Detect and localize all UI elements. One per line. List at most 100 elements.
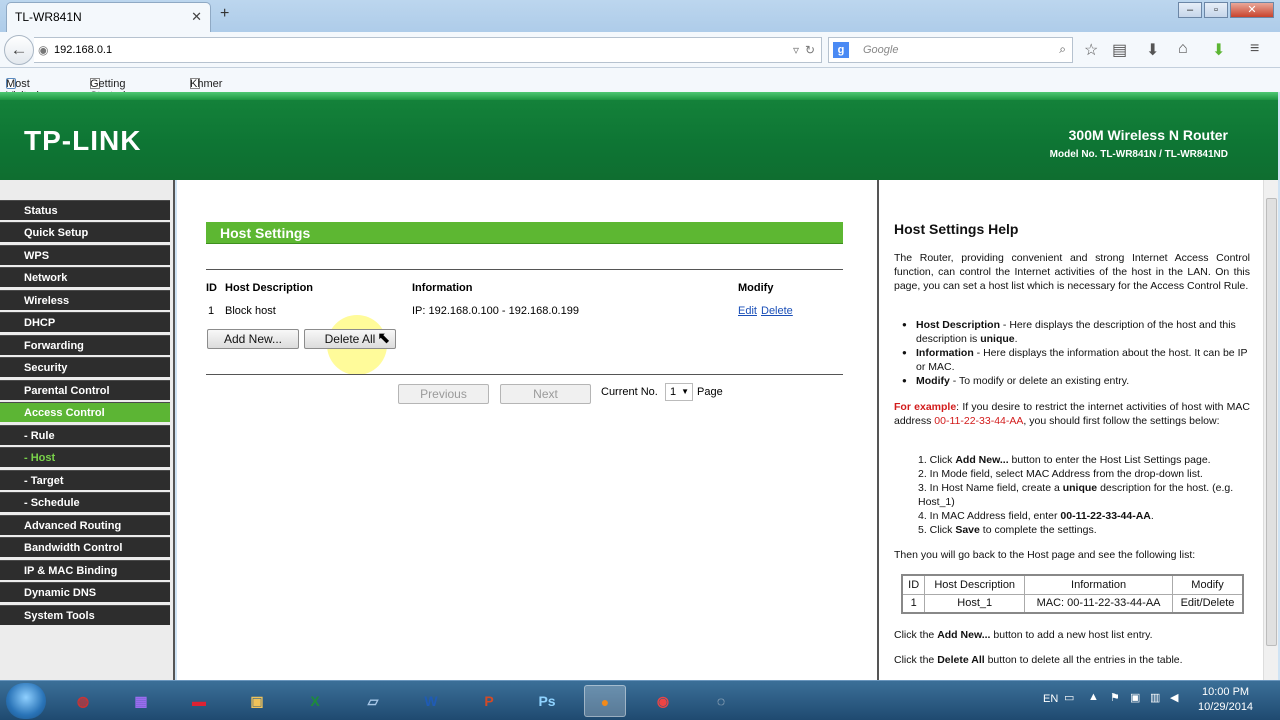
menu-icon[interactable]: ≡ (1250, 40, 1259, 58)
sidebar-item-bandwidth-control[interactable]: Bandwidth Control (0, 537, 170, 557)
help-bullet: Host Description - Here displays the des… (916, 318, 1250, 346)
sidebar-item-quick-setup[interactable]: Quick Setup (0, 222, 170, 242)
app-icon[interactable]: ▦ (120, 685, 162, 717)
divider (206, 269, 843, 270)
sidebar-item-schedule[interactable]: - Schedule (0, 492, 170, 512)
help-term: Host Description (916, 319, 1001, 331)
maximize-icon[interactable]: ▫ (1204, 2, 1228, 18)
sidebar-item-wps[interactable]: WPS (0, 245, 170, 265)
sidebar-item-status[interactable]: Status (0, 200, 170, 220)
word-icon[interactable]: W (410, 685, 452, 717)
close-window-icon[interactable]: ✕ (1230, 2, 1274, 18)
excel-icon[interactable]: X (294, 685, 336, 717)
help-text: Click the (894, 654, 938, 666)
table-header: Host Description (924, 574, 1026, 595)
sidebar-item-forwarding[interactable]: Forwarding (0, 335, 170, 355)
paint-icon[interactable]: ◍ (62, 685, 104, 717)
network-icon[interactable]: ▥ (1150, 691, 1160, 704)
sidebar-item-advanced-routing[interactable]: Advanced Routing (0, 515, 170, 535)
help-text: - To modify or delete an existing entry. (949, 375, 1130, 387)
table-row: 1 Host_1 MAC: 00-11-22-33-44-AA Edit/Del… (901, 593, 1244, 614)
sidebar-item-dynamic-dns[interactable]: Dynamic DNS (0, 582, 170, 602)
row-information: IP: 192.168.0.100 - 192.168.0.199 (412, 305, 579, 317)
sidebar-item-host[interactable]: - Host (0, 447, 170, 467)
search-placeholder: Google (863, 44, 899, 56)
next-button[interactable]: Next (500, 384, 591, 404)
step-bold: Add New... (955, 454, 1009, 466)
sidebar-item-wireless[interactable]: Wireless (0, 290, 170, 310)
start-button[interactable] (6, 683, 46, 719)
home-icon[interactable]: ⌂ (1178, 40, 1188, 58)
header-strip (0, 92, 1278, 100)
navigation-bar: ← ◉ 192.168.0.1 ▿ ↻ g Google ⌕ ☆ ▤ ⬇ ⌂ ⬇… (0, 32, 1280, 68)
folder-icon[interactable]: ▣ (236, 685, 278, 717)
display-icon[interactable]: ▣ (1130, 691, 1140, 704)
address-bar[interactable]: ◉ 192.168.0.1 ▿ ↻ (34, 37, 822, 63)
action-center-icon[interactable]: ⚑ (1110, 691, 1120, 704)
col-modify: Modify (738, 282, 774, 294)
search-icon[interactable]: ⌕ (1059, 42, 1066, 57)
photoshop-icon[interactable]: Ps (526, 685, 568, 717)
help-step: 2. In Mode field, select MAC Address fro… (918, 467, 1250, 481)
sidebar-item-ip-mac-binding[interactable]: IP & MAC Binding (0, 560, 170, 580)
windows-taskbar: ◍ ▦ ▬ ▣ X ▱ W P Ps ● ◉ ◌ EN ▭ ▲ ⚑ ▣ ▥ ◀ … (0, 680, 1280, 720)
firefox-icon[interactable]: ● (584, 685, 626, 717)
col-id: ID (206, 282, 217, 294)
table-cell: Edit/Delete (1172, 593, 1244, 614)
google-icon[interactable]: g (833, 42, 849, 58)
tplink-logo: TP-LINK (24, 125, 142, 156)
dropdown-icon[interactable]: ▿ (793, 43, 799, 57)
bookmark-star-icon[interactable]: ☆ (1084, 40, 1098, 60)
sidebar-item-rule[interactable]: - Rule (0, 425, 170, 445)
sidebar-item-parental-control[interactable]: Parental Control (0, 380, 170, 400)
show-hidden-icon[interactable]: ▲ (1088, 691, 1099, 703)
chrome-icon[interactable]: ◉ (642, 685, 684, 717)
close-tab-icon[interactable]: ✕ (191, 9, 202, 25)
row-id: 1 (208, 305, 215, 317)
help-then: Then you will go back to the Host page a… (894, 549, 1196, 561)
page-select[interactable]: 1 ▼ (665, 383, 693, 401)
sidebar-item-network[interactable]: Network (0, 267, 170, 287)
delete-link[interactable]: Delete (761, 305, 793, 317)
book-icon[interactable]: ▬ (178, 685, 220, 717)
help-bullet: Information - Here displays the informat… (916, 346, 1250, 374)
sidebar-item-target[interactable]: - Target (0, 470, 170, 490)
add-new-button[interactable]: Add New... (207, 329, 299, 349)
help-intro: The Router, providing convenient and str… (894, 252, 1250, 292)
help-scrollbar[interactable] (1263, 180, 1278, 680)
notepad-icon[interactable]: ▱ (352, 685, 394, 717)
back-button[interactable]: ← (4, 35, 34, 65)
sidebar-item-security[interactable]: Security (0, 357, 170, 377)
scrollbar-thumb[interactable] (1266, 198, 1277, 646)
sidebar-item-system-tools[interactable]: System Tools (0, 605, 170, 625)
sidebar-item-access-control[interactable]: Access Control (0, 402, 170, 422)
help-title: Host Settings Help (894, 221, 1019, 237)
sidebar-item-dhcp[interactable]: DHCP (0, 312, 170, 332)
language-indicator[interactable]: EN (1043, 693, 1058, 705)
page-title: Host Settings (206, 222, 843, 244)
minimize-icon[interactable]: – (1178, 2, 1202, 18)
table-cell: Host_1 (924, 593, 1026, 614)
bookmarks-list-icon[interactable]: ▤ (1112, 40, 1127, 60)
edit-link[interactable]: Edit (738, 305, 757, 317)
previous-button[interactable]: Previous (398, 384, 489, 404)
volume-icon[interactable]: ◀ (1170, 691, 1178, 704)
browser-titlebar: TL-WR841N ✕ + – ▫ ✕ (0, 0, 1280, 32)
help-step: 1. Click Add New... button to enter the … (918, 453, 1250, 467)
new-tab-icon[interactable]: + (220, 5, 229, 23)
search-box[interactable]: g Google ⌕ (828, 37, 1073, 63)
product-info: 300M Wireless N Router Model No. TL-WR84… (1050, 127, 1228, 160)
reload-icon[interactable]: ↻ (805, 43, 815, 57)
download-icon[interactable]: ⬇ (1146, 40, 1159, 60)
recorder-icon[interactable]: ◌ (700, 685, 742, 717)
page-select-value: 1 (670, 386, 677, 398)
help-term: Delete All (937, 654, 985, 666)
help-term: For example (894, 401, 957, 413)
addon-download-icon[interactable]: ⬇ (1212, 40, 1225, 60)
product-name: 300M Wireless N Router (1068, 127, 1228, 143)
clock[interactable]: 10:00 PM 10/29/2014 (1198, 685, 1253, 715)
browser-tab[interactable]: TL-WR841N ✕ (6, 2, 211, 32)
powerpoint-icon[interactable]: P (468, 685, 510, 717)
step-text: to complete the settings. (979, 524, 1097, 536)
keyboard-icon[interactable]: ▭ (1064, 691, 1074, 704)
